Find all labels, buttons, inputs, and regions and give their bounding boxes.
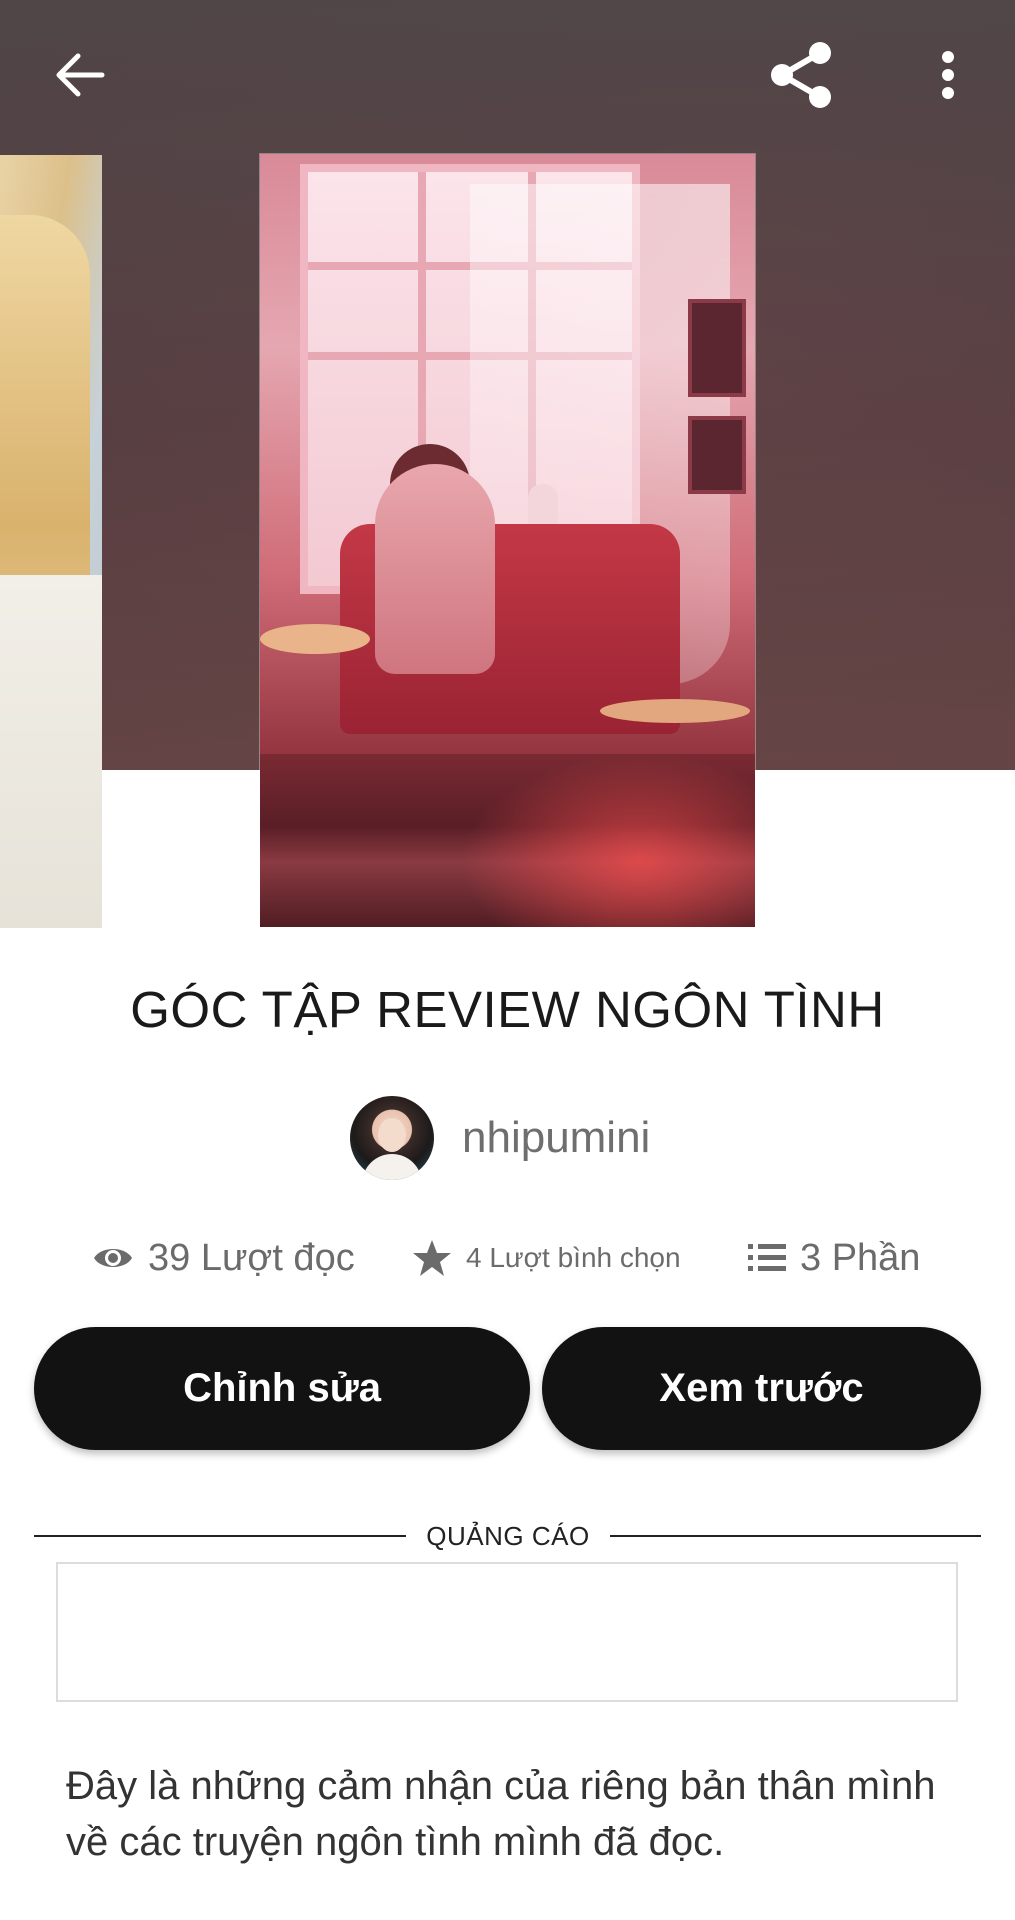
- share-icon: [771, 42, 831, 108]
- edit-button[interactable]: Chỉnh sửa: [34, 1327, 530, 1450]
- story-description: Đây là những cảm nhận của riêng bản thân…: [66, 1764, 936, 1864]
- reads-count: 39 Lượt đọc: [148, 1236, 355, 1279]
- author-link[interactable]: nhipumini: [350, 1095, 650, 1181]
- ad-divider: QUẢNG CÁO: [34, 1516, 981, 1556]
- author-name[interactable]: nhipumini: [462, 1113, 650, 1163]
- votes-count: 4 Lượt bình chọn: [466, 1242, 681, 1273]
- preview-button[interactable]: Xem trước: [542, 1327, 981, 1450]
- votes-stat: 4 Lượt bình chọn: [412, 1228, 681, 1288]
- more-options-button[interactable]: [920, 40, 976, 110]
- ad-slot[interactable]: [56, 1562, 958, 1702]
- previous-cover-thumbnail[interactable]: [0, 155, 102, 928]
- parts-count: 3 Phần: [800, 1236, 921, 1279]
- arrow-left-icon: [56, 53, 105, 97]
- ad-label: QUẢNG CÁO: [426, 1521, 590, 1551]
- back-button[interactable]: [40, 40, 120, 110]
- story-title: GÓC TẬP REVIEW NGÔN TÌNH: [130, 981, 885, 1038]
- share-button[interactable]: [755, 35, 845, 115]
- reads-stat: 39 Lượt đọc: [92, 1228, 355, 1288]
- eye-icon: [94, 1249, 132, 1267]
- story-cover-image[interactable]: [260, 154, 755, 927]
- avatar[interactable]: [350, 1096, 434, 1180]
- list-icon: [748, 1244, 786, 1271]
- more-vertical-icon: [942, 51, 954, 99]
- divider-line-right: [610, 1535, 981, 1537]
- star-icon: [413, 1240, 451, 1276]
- divider-line-left: [34, 1535, 406, 1537]
- story-stats: 39 Lượt đọc 4 Lượt bình chọn 3 Phần: [0, 1228, 1015, 1288]
- parts-stat: 3 Phần: [748, 1228, 920, 1288]
